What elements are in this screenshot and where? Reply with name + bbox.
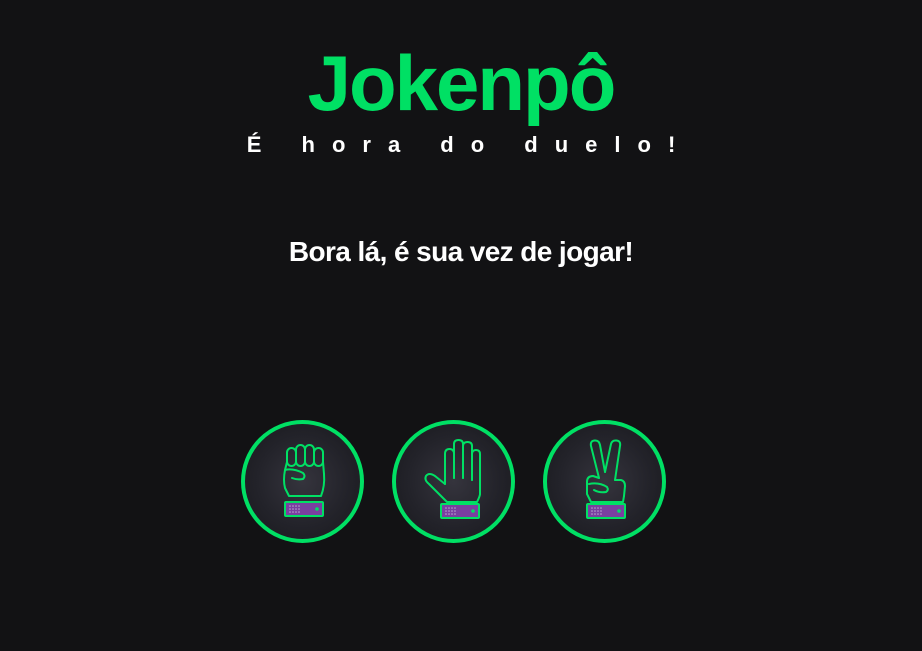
rock-hand-icon	[282, 443, 325, 517]
page-subtitle: É hora do duelo!	[246, 132, 693, 157]
paper-button[interactable]	[392, 420, 515, 543]
choice-buttons	[241, 420, 666, 543]
turn-prompt: Bora lá, é sua vez de jogar!	[288, 236, 634, 267]
scissors-button[interactable]	[543, 420, 666, 543]
page-title: Jokenpô	[307, 39, 617, 127]
paper-hand-icon	[423, 438, 481, 519]
rock-button[interactable]	[241, 420, 364, 543]
scissors-hand-icon	[585, 438, 626, 519]
